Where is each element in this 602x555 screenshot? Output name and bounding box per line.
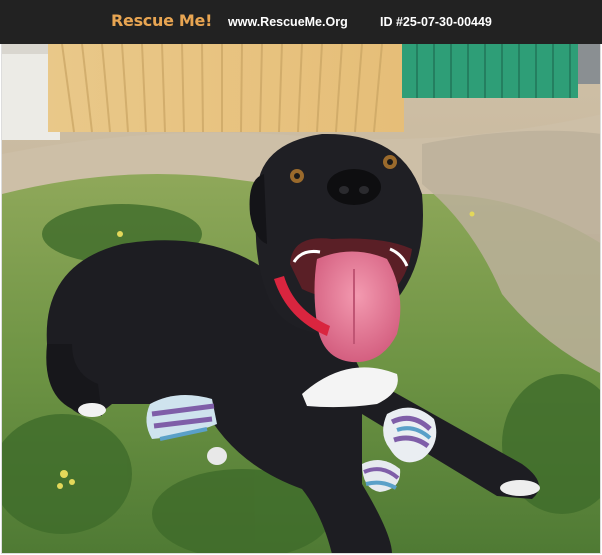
site-url-link[interactable]: www.RescueMe.Org — [228, 15, 348, 29]
site-header: Rescue Me! www.RescueMe.Org ID #25-07-30… — [0, 0, 602, 44]
listing-id: ID #25-07-30-00449 — [380, 15, 492, 29]
site-logo[interactable]: Rescue Me! — [111, 11, 212, 30]
pet-photo — [1, 44, 601, 554]
listing-page: Rescue Me! www.RescueMe.Org ID #25-07-30… — [0, 0, 602, 555]
